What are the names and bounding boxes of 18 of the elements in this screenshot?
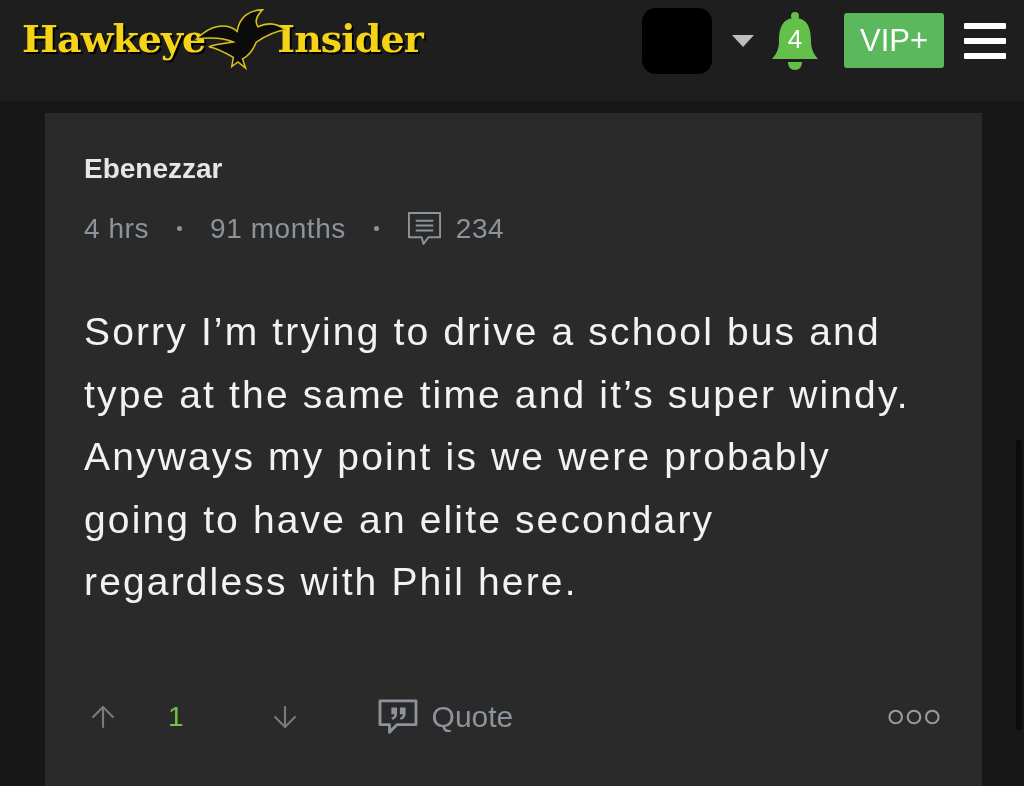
author-name[interactable]: Ebenezzar xyxy=(84,155,223,183)
redacted-block xyxy=(642,7,712,74)
vote-count: 1 xyxy=(168,702,184,731)
site-logo[interactable]: Hawkeye Insider xyxy=(22,7,423,70)
bell-icon xyxy=(770,10,820,71)
vip-button[interactable]: VIP+ xyxy=(844,13,944,68)
post-body: Sorry I’m trying to drive a school bus and type at the same time and it’s super windy. Anyways my point is we were probably going to have an elite secondary regardless with Phil here. xyxy=(84,309,911,605)
more-icon[interactable] xyxy=(888,708,940,725)
quote-button[interactable]: Quote xyxy=(377,698,514,735)
comment-icon xyxy=(406,211,442,246)
meta-text: 91 months xyxy=(210,214,346,243)
meta-text: 4 hrs xyxy=(84,214,150,243)
notification-count: 4 xyxy=(787,25,803,52)
quote-icon xyxy=(377,698,418,735)
menu-icon[interactable] xyxy=(964,22,1006,59)
caret-icon[interactable] xyxy=(732,34,754,47)
logo-text: Insider xyxy=(277,19,423,58)
comment-count: 234 xyxy=(455,214,505,243)
